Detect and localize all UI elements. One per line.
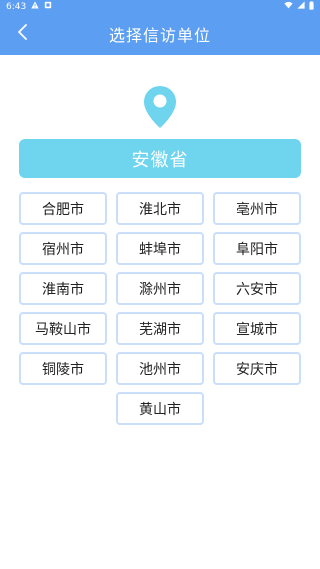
city-button[interactable]: 阜阳市	[213, 232, 301, 265]
app-bar: 选择信访单位	[0, 13, 320, 55]
city-button[interactable]: 淮南市	[19, 272, 107, 305]
warning-icon	[31, 1, 39, 12]
city-button[interactable]: 铜陵市	[19, 352, 107, 385]
city-button[interactable]: 滁州市	[116, 272, 204, 305]
status-time: 6:43	[6, 1, 27, 12]
province-button[interactable]: 安徽省	[19, 139, 301, 178]
location-pin-icon	[142, 84, 178, 130]
status-bar: 6:43	[0, 0, 320, 13]
notification-icon	[44, 1, 52, 12]
city-button[interactable]: 合肥市	[19, 192, 107, 225]
city-button[interactable]: 淮北市	[116, 192, 204, 225]
wifi-icon	[284, 1, 293, 12]
city-button[interactable]: 安庆市	[213, 352, 301, 385]
signal-icon	[297, 1, 305, 12]
city-button[interactable]: 池州市	[116, 352, 204, 385]
city-button[interactable]: 马鞍山市	[19, 312, 107, 345]
city-button[interactable]: 芜湖市	[116, 312, 204, 345]
city-button[interactable]: 宿州市	[19, 232, 107, 265]
city-button[interactable]: 蚌埠市	[116, 232, 204, 265]
city-button[interactable]: 宣城市	[213, 312, 301, 345]
page-title: 选择信访单位	[108, 26, 211, 45]
city-button[interactable]: 亳州市	[213, 192, 301, 225]
city-button[interactable]: 六安市	[213, 272, 301, 305]
city-button[interactable]: 黄山市	[116, 392, 204, 425]
battery-icon	[309, 0, 314, 13]
city-grid: 合肥市 淮北市 亳州市 宿州市 蚌埠市 阜阳市 淮南市 滁州市 六安市 马鞍山市…	[19, 192, 301, 425]
